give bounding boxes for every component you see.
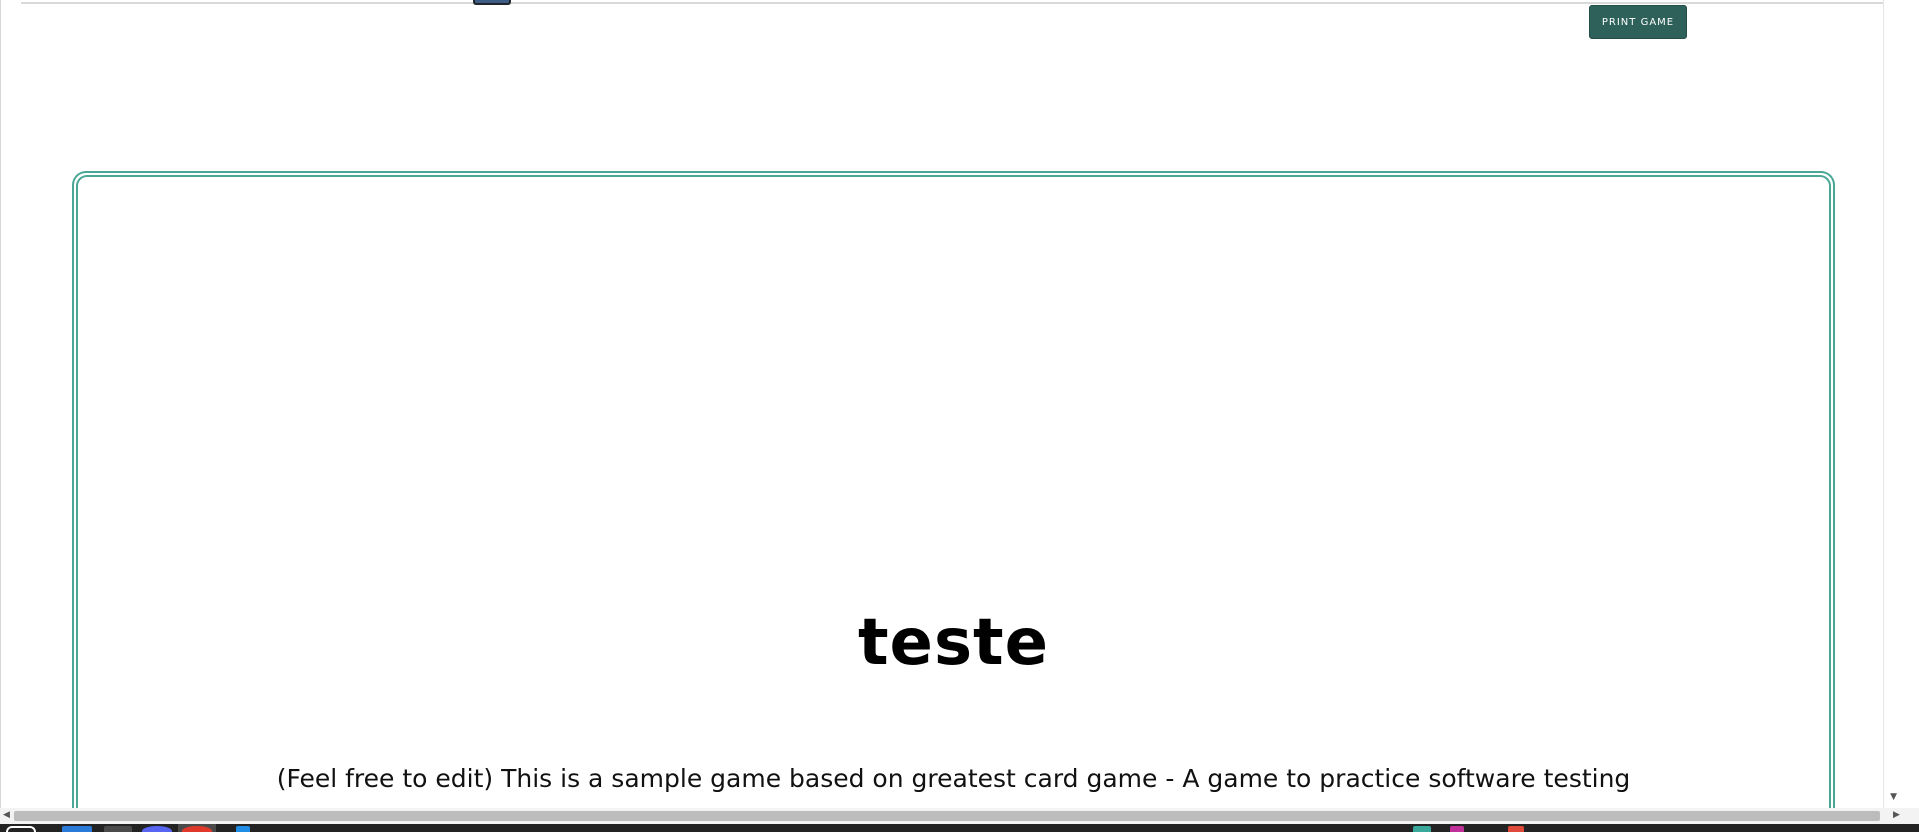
game-card: teste (Feel free to edit) This is a samp…	[72, 171, 1835, 808]
file-explorer-icon[interactable]	[62, 826, 92, 832]
horizontal-scrollbar[interactable]: ◀ ▶	[0, 808, 1919, 824]
taskbar	[0, 824, 1919, 832]
tray-icon-2[interactable]	[1450, 826, 1464, 832]
game-title: teste	[857, 606, 1050, 680]
print-game-button[interactable]: PRINT GAME	[1589, 5, 1687, 39]
active-tab-indicator[interactable]	[473, 0, 511, 5]
horizontal-scroll-thumb[interactable]	[14, 811, 1880, 821]
tray-icon-3[interactable]	[1508, 826, 1524, 832]
browser-viewport: PRINT GAME teste (Feel free to edit) Thi…	[0, 0, 1901, 808]
edge-icon[interactable]	[236, 826, 250, 832]
terminal-icon[interactable]	[104, 826, 132, 832]
vertical-scrollbar[interactable]: ▼	[1883, 0, 1901, 808]
scroll-down-arrow-icon[interactable]: ▼	[1890, 792, 1897, 802]
start-icon[interactable]	[6, 826, 36, 832]
scroll-left-arrow-icon[interactable]: ◀	[3, 810, 10, 820]
browser-icon[interactable]	[182, 826, 212, 832]
tray-icon-1[interactable]	[1413, 826, 1431, 832]
game-description: (Feel free to edit) This is a sample gam…	[276, 764, 1631, 793]
scroll-right-arrow-icon[interactable]: ▶	[1893, 810, 1900, 820]
divider	[21, 2, 1887, 4]
discord-icon[interactable]	[142, 826, 172, 832]
